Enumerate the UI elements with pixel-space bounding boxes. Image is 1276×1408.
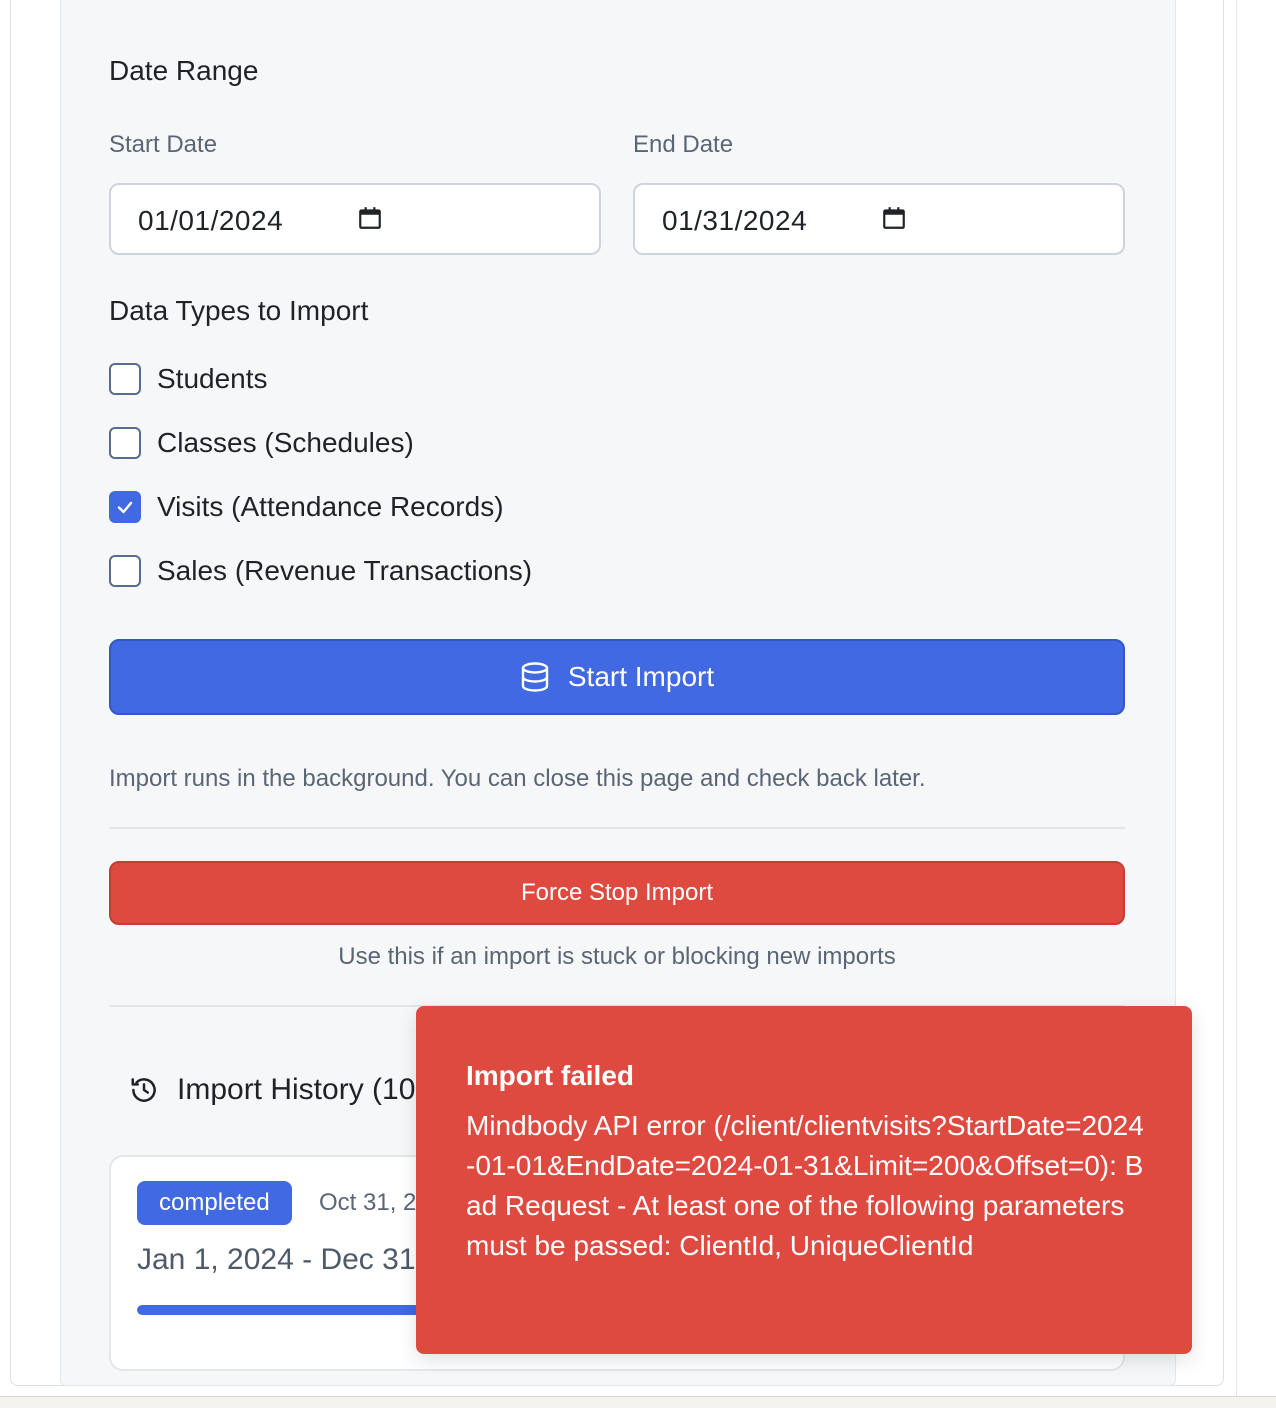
- date-range-heading: Date Range: [109, 55, 259, 86]
- status-badge: completed: [137, 1181, 292, 1225]
- history-range: Jan 1, 2024 - Dec 31,: [137, 1243, 424, 1276]
- window-edge: [1236, 0, 1237, 1398]
- calendar-icon[interactable]: [881, 205, 907, 231]
- force-stop-hint: Use this if an import is stuck or blocki…: [338, 943, 896, 970]
- toast-message: Mindbody API error (/client/clientvisits…: [466, 1110, 1144, 1261]
- background-hint: Import runs in the background. You can c…: [109, 765, 926, 792]
- checkbox-label: Visits (Attendance Records): [157, 491, 504, 522]
- data-types-heading: Data Types to Import: [109, 295, 369, 326]
- checkbox[interactable]: [109, 491, 141, 523]
- checkbox[interactable]: [109, 555, 141, 587]
- checkbox-classes[interactable]: Classes (Schedules): [109, 423, 414, 463]
- error-toast[interactable]: Import failed Mindbody API error (/clien…: [416, 1006, 1192, 1354]
- window-bottom-strip: [0, 1396, 1276, 1408]
- divider: [109, 827, 1125, 829]
- import-history-title: Import History (10: [177, 1073, 416, 1106]
- checkbox-visits[interactable]: Visits (Attendance Records): [109, 487, 504, 527]
- import-history-heading: Import History (10: [129, 1073, 415, 1107]
- end-date-value: 01/31/2024: [662, 205, 808, 236]
- start-import-label: Start Import: [567, 661, 715, 692]
- calendar-icon[interactable]: [357, 205, 383, 231]
- start-date-label: Start Date: [109, 131, 218, 158]
- checkbox-label: Classes (Schedules): [157, 427, 414, 458]
- force-stop-button[interactable]: Force Stop Import: [109, 861, 1125, 925]
- checkbox[interactable]: [109, 427, 141, 459]
- checkbox[interactable]: [109, 363, 141, 395]
- checkmark-icon: [117, 501, 133, 514]
- checkbox-sales[interactable]: Sales (Revenue Transactions): [109, 551, 532, 591]
- end-date-input[interactable]: 01/31/2024: [633, 183, 1125, 255]
- force-stop-label: Force Stop Import: [520, 879, 714, 906]
- checkbox-label: Students: [157, 363, 268, 394]
- toast-title: Import failed: [466, 1060, 635, 1091]
- end-date-label: End Date: [633, 131, 734, 158]
- checkbox-label: Sales (Revenue Transactions): [157, 555, 533, 586]
- checkbox-students[interactable]: Students: [109, 359, 268, 399]
- start-date-input[interactable]: 01/01/2024: [109, 183, 601, 255]
- history-icon: [131, 1078, 156, 1102]
- start-date-value: 01/01/2024: [138, 205, 284, 236]
- start-import-button[interactable]: Start Import: [109, 639, 1125, 715]
- database-icon: [521, 662, 549, 692]
- history-date: Oct 31, 2: [319, 1189, 417, 1216]
